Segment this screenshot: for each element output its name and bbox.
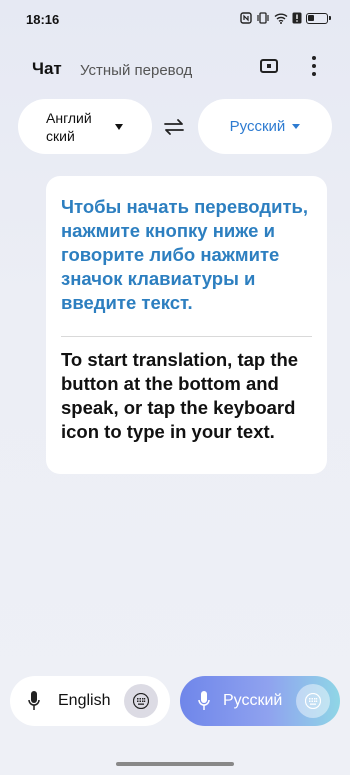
english-button-label: English [58,692,111,709]
russian-button-label: Русский [223,692,283,709]
instruction-text-ru: Чтобы начать переводить, нажмите кнопку … [61,196,309,313]
microphone-icon [28,691,40,710]
vibrate-icon [256,12,270,24]
instruction-text-en: To start translation, tap the button at … [61,349,299,442]
chevron-down-icon [292,124,301,129]
target-language-label: Русский [229,118,286,135]
wifi-icon [274,12,288,24]
battery-icon [306,12,331,24]
card-divider [61,336,312,337]
more-vertical-icon[interactable] [307,54,321,78]
chevron-down-icon [115,124,123,130]
status-bar: 18:16 [0,0,350,42]
target-language-selector[interactable]: Русский [198,99,332,154]
microphone-icon [198,691,210,710]
keyboard-icon[interactable] [296,684,330,718]
status-time: 18:16 [26,12,60,27]
tab-voice-translation[interactable]: Устный перевод [80,62,192,79]
speak-english-button[interactable]: English [10,676,170,726]
tab-chat[interactable]: Чат [32,59,62,79]
source-language-selector[interactable]: Англий ский [18,99,152,154]
home-indicator[interactable] [116,762,234,766]
nfc-icon [240,12,252,24]
keyboard-icon[interactable] [124,684,158,718]
status-icons [240,12,331,24]
alert-icon [292,12,302,24]
instruction-card: Чтобы начать переводить, нажмите кнопку … [46,176,327,474]
swap-arrows-icon[interactable] [163,118,185,136]
speak-russian-button[interactable]: Русский [180,676,340,726]
header: Чат Устный перевод [0,52,350,86]
screen-mode-icon[interactable] [260,59,278,73]
source-language-label: Англий ский [46,110,92,144]
